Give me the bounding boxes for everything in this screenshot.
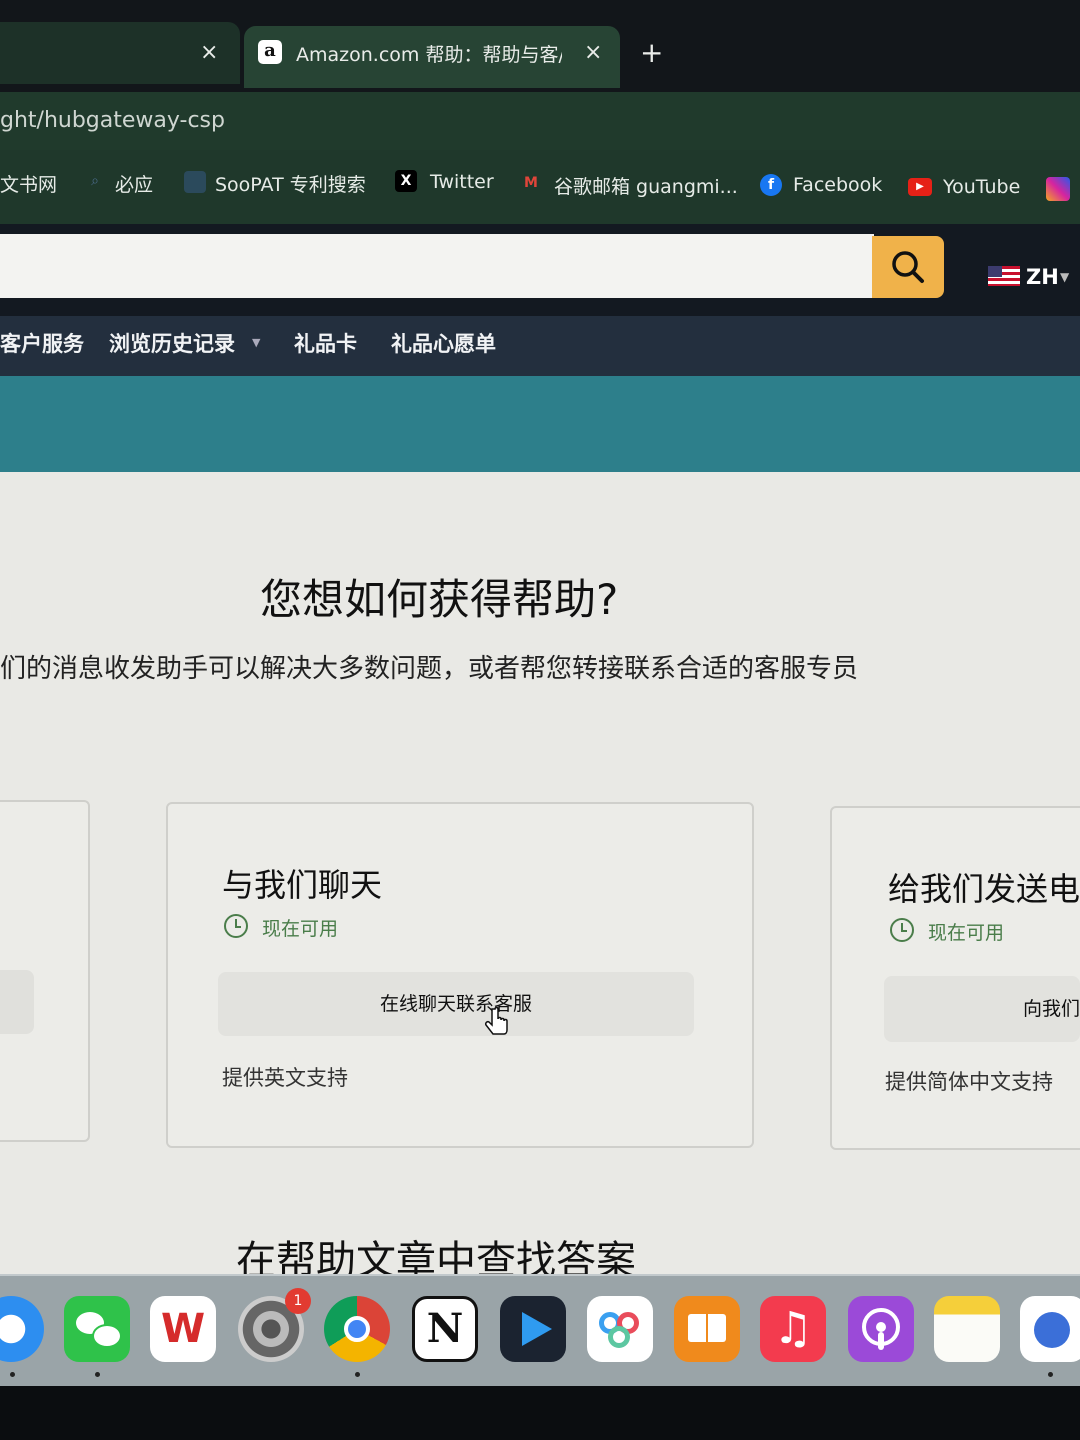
facebook-icon: f xyxy=(760,174,782,196)
chevron-down-icon: ▼ xyxy=(1060,270,1070,284)
books-icon[interactable] xyxy=(674,1296,740,1362)
chat-card-title: 与我们聊天 xyxy=(222,866,383,904)
bookmark-icon xyxy=(184,171,206,193)
email-button-label: 向我们 xyxy=(1022,998,1080,1020)
page-subtitle: 们的消息收发助手可以解决大多数问题，或者帮您转接联系合适的客服专员 xyxy=(0,654,859,684)
dock-running-indicator xyxy=(355,1372,360,1377)
clock-icon xyxy=(890,918,914,942)
search-button[interactable] xyxy=(872,236,944,298)
nav-customer-service[interactable]: 客户服务 xyxy=(0,328,84,358)
help-banner xyxy=(0,376,1080,474)
amazon-favicon-icon: a xyxy=(258,40,282,64)
email-card-title: 给我们发送电 xyxy=(888,870,1080,908)
bookmark-youtube[interactable]: YouTube xyxy=(943,176,1020,198)
clock-icon xyxy=(224,914,248,938)
bookmark-facebook[interactable]: Facebook xyxy=(793,174,882,196)
hand-cursor-icon xyxy=(485,1006,508,1035)
bookmark-bing[interactable]: 必应 xyxy=(115,170,153,197)
wechat-icon[interactable] xyxy=(64,1296,130,1362)
notification-badge: 1 xyxy=(285,1288,311,1314)
language-selector[interactable]: ZH xyxy=(1026,265,1059,289)
infuse-icon[interactable] xyxy=(500,1296,566,1362)
browser-icon[interactable] xyxy=(1020,1296,1080,1362)
email-button[interactable]: 向我们 xyxy=(884,976,1080,1042)
chat-button[interactable]: 在线聊天联系客服 xyxy=(218,972,694,1036)
wps-icon[interactable]: W xyxy=(150,1296,216,1362)
close-icon[interactable]: × xyxy=(200,40,218,65)
dock-running-indicator xyxy=(95,1372,100,1377)
baidu-netdisk-icon[interactable] xyxy=(587,1296,653,1362)
notes-icon[interactable] xyxy=(934,1296,1000,1362)
bookmark-wenshu[interactable]: 文书网 xyxy=(0,170,57,197)
us-flag-icon xyxy=(988,266,1020,286)
chat-availability: 现在可用 xyxy=(262,918,339,940)
bookmark-twitter[interactable]: Twitter xyxy=(430,171,494,193)
bookmark-soopat[interactable]: SooPAT 专利搜索 xyxy=(215,170,366,197)
notion-icon[interactable]: N xyxy=(412,1296,478,1362)
x-logo-icon: X xyxy=(395,170,417,192)
close-icon[interactable]: × xyxy=(584,40,602,65)
search-icon: ⌕ xyxy=(91,173,99,189)
email-availability: 现在可用 xyxy=(928,922,1005,944)
music-icon[interactable]: ♫ xyxy=(760,1296,826,1362)
search-icon xyxy=(892,251,924,283)
nav-browsing-history[interactable]: 浏览历史记录 xyxy=(109,328,235,358)
chrome-icon[interactable] xyxy=(324,1296,390,1362)
bookmark-gmail[interactable]: 谷歌邮箱 guangmi... xyxy=(554,172,738,199)
tab-title: Amazon.com 帮助：帮助与客/ xyxy=(296,44,562,66)
card-button-partial[interactable] xyxy=(0,970,34,1034)
instagram-icon[interactable] xyxy=(1046,177,1070,201)
dock-running-indicator xyxy=(1048,1372,1053,1377)
gmail-icon: M xyxy=(524,175,538,191)
youtube-icon: ▶ xyxy=(908,178,932,196)
dock-running-indicator xyxy=(10,1372,15,1377)
chevron-down-icon: ▼ xyxy=(252,336,261,349)
new-tab-button[interactable]: + xyxy=(640,36,663,69)
email-support-language: 提供简体中文支持 xyxy=(885,1070,1053,1094)
podcasts-icon[interactable] xyxy=(848,1296,914,1362)
nav-gift-wishlist[interactable]: 礼品心愿单 xyxy=(391,328,496,358)
nav-gift-cards[interactable]: 礼品卡 xyxy=(294,328,357,358)
page-title: 您想如何获得帮助? xyxy=(260,575,619,624)
search-input[interactable] xyxy=(0,234,874,298)
chat-support-language: 提供英文支持 xyxy=(222,1066,348,1090)
url-text[interactable]: ght/hubgateway-csp xyxy=(0,108,225,133)
